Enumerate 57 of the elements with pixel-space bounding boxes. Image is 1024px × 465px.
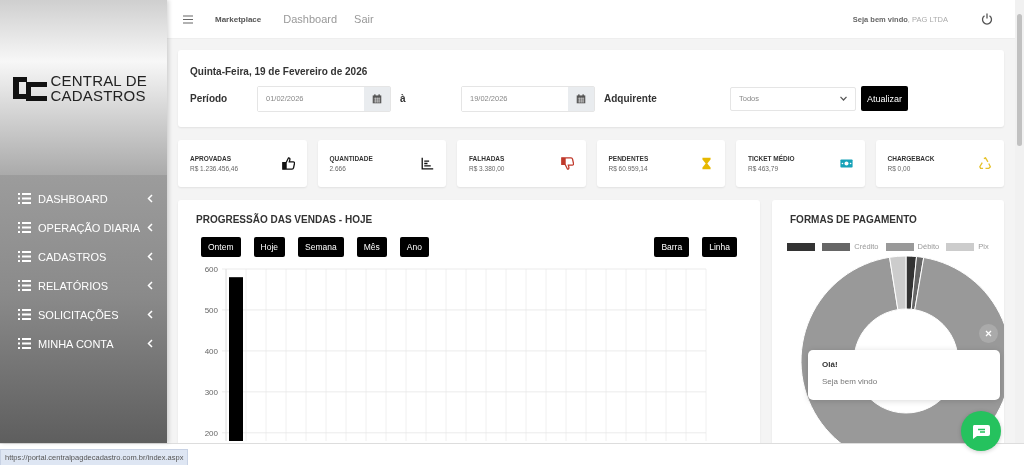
- thumbs-down-icon: [560, 157, 574, 170]
- sidebar-item[interactable]: CADASTROS: [0, 242, 167, 271]
- sidebar-item[interactable]: OPERAÇÃO DIARIA: [0, 213, 167, 242]
- list-icon: [18, 309, 31, 320]
- period-button[interactable]: Hoje: [253, 237, 285, 257]
- sidebar-item[interactable]: SOLICITAÇÕES: [0, 300, 167, 329]
- chart-type-button[interactable]: Barra: [654, 237, 690, 257]
- list-icon: [18, 222, 31, 233]
- chevron-icon: [147, 339, 153, 348]
- chat-message: Seja bem vindo: [822, 377, 879, 386]
- chevron-icon: [147, 194, 153, 203]
- recycle-icon: [979, 157, 992, 170]
- period-button[interactable]: Semana: [298, 237, 344, 257]
- calendar-icon: [576, 93, 586, 104]
- date-heading: Quinta-Feira, 19 de Fevereiro de 2026: [190, 65, 369, 77]
- bar-chart-icon: [421, 157, 434, 170]
- chevron-icon: [147, 252, 153, 261]
- sidebar-item[interactable]: MINHA CONTA: [0, 329, 167, 358]
- logo-mark-icon: [12, 74, 47, 101]
- thumbs-up-icon: [281, 157, 295, 170]
- chart-title: PROGRESSÃO DAS VENDAS - HOJE: [196, 214, 374, 225]
- nav-link[interactable]: Sair: [354, 13, 374, 25]
- chevron-icon: [147, 310, 153, 319]
- list-icon: [18, 338, 31, 349]
- period-button[interactable]: Ontem: [201, 237, 241, 257]
- chat-title: Olá!: [822, 360, 839, 369]
- period-button[interactable]: Mês: [356, 237, 387, 257]
- list-icon: [18, 251, 31, 262]
- power-icon[interactable]: [981, 13, 993, 25]
- sidebar-item[interactable]: DASHBOARD: [0, 184, 167, 213]
- y-axis-label: 200: [204, 428, 218, 438]
- list-icon: [18, 280, 31, 291]
- y-axis-label: 400: [204, 346, 218, 356]
- period-label: Período: [190, 93, 229, 104]
- sidebar-item[interactable]: RELATÓRIOS: [0, 271, 167, 300]
- chevron-icon: [147, 223, 153, 232]
- acquirer-label: Adquirente: [603, 93, 658, 104]
- nav-link[interactable]: Dashboard: [283, 13, 338, 25]
- banknote-icon: [839, 157, 853, 170]
- y-axis-label: 600: [204, 265, 218, 274]
- logo-text: CENTRAL DE CADASTROS: [50, 72, 148, 103]
- hourglass-icon: [700, 157, 713, 170]
- chevron-down-icon: [840, 96, 847, 101]
- update-button[interactable]: Atualizar: [861, 86, 908, 111]
- y-axis-label: 500: [204, 305, 218, 315]
- chat-bubble-icon: [972, 423, 990, 439]
- chart-title: FORMAS DE PAGAMENTO: [790, 214, 918, 225]
- menu-icon[interactable]: [183, 14, 193, 24]
- brand-link[interactable]: Marketplace: [215, 14, 262, 24]
- close-icon: [985, 330, 992, 337]
- separator-text: à: [399, 93, 407, 104]
- chart-type-button[interactable]: Linha: [702, 237, 737, 257]
- calendar-icon: [372, 93, 382, 104]
- period-button[interactable]: Ano: [399, 237, 429, 257]
- list-icon: [18, 193, 31, 204]
- y-axis-label: 300: [204, 387, 218, 397]
- chevron-icon: [147, 281, 153, 290]
